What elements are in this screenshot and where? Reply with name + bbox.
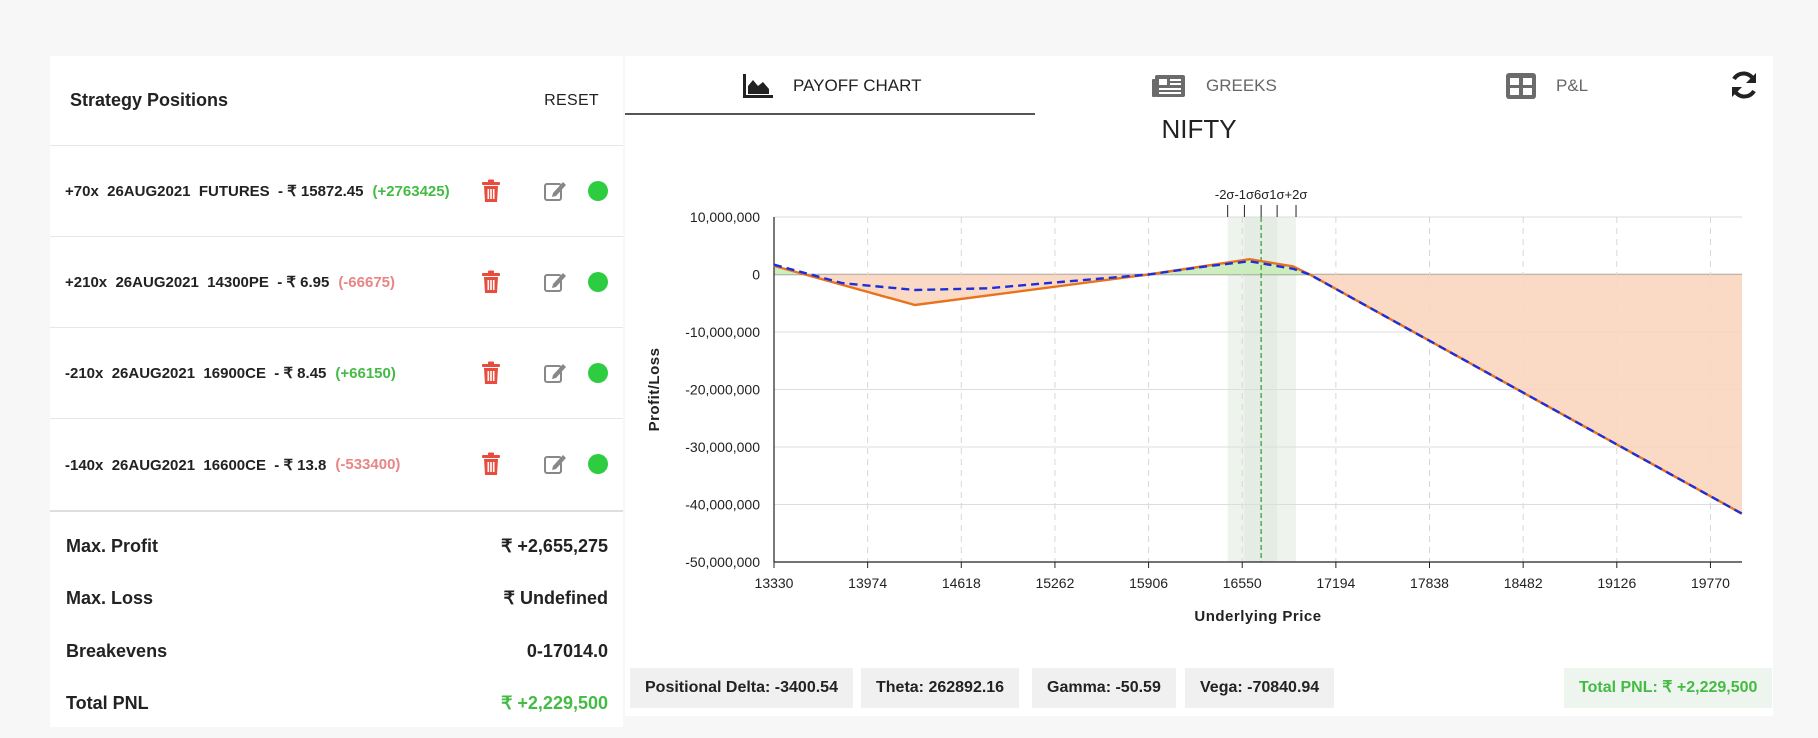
area-chart-icon: [743, 74, 773, 98]
breakevens-value: 0-17014.0: [526, 640, 608, 661]
x-tick-label: 15262: [1035, 575, 1074, 591]
tab-label: P&L: [1556, 76, 1589, 95]
x-tick-label: 14618: [942, 575, 981, 591]
trash-icon[interactable]: [480, 361, 502, 385]
edit-icon[interactable]: [543, 270, 567, 294]
edit-icon[interactable]: [543, 179, 567, 203]
x-tick-label: 18482: [1504, 575, 1543, 591]
total-pnl-stat: Total PNL: ₹ +2,229,500: [1564, 668, 1773, 708]
panel-title: Strategy Positions: [70, 90, 229, 110]
position-label: -140x 26AUG2021 16600CE - ₹ 13.8: [65, 456, 327, 474]
gamma-stat: Gamma: -50.59: [1032, 668, 1176, 708]
status-toggle[interactable]: [588, 181, 608, 201]
max-loss-value: ₹ Undefined: [503, 588, 608, 609]
status-toggle[interactable]: [588, 272, 608, 292]
position-pnl: (-533400): [335, 456, 401, 473]
analysis-panel: PAYOFF CHART GREEKS P&L NIFTY 10,000,000…: [625, 56, 1773, 716]
x-tick-label: 15906: [1129, 575, 1168, 591]
x-tick-label: 16550: [1223, 575, 1262, 591]
position-row: -210x 26AUG2021 16900CE - ₹ 8.45 (+66150…: [50, 328, 623, 419]
tab-pl[interactable]: P&L: [1506, 56, 1588, 116]
delta-stat: Positional Delta: -3400.54: [630, 668, 853, 708]
position-label: -210x 26AUG2021 16900CE - ₹ 8.45: [65, 365, 327, 382]
position-label: +70x 26AUG2021 FUTURES - ₹ 15872.45: [65, 183, 364, 200]
trash-icon[interactable]: [480, 452, 502, 476]
refresh-icon[interactable]: [1727, 68, 1761, 102]
table-grid-icon: [1506, 73, 1536, 99]
position-row: -140x 26AUG2021 16600CE - ₹ 13.8 (-53340…: [50, 419, 623, 510]
strategy-positions-panel: Strategy Positions RESET +70x 26AUG2021 …: [50, 56, 623, 727]
max-profit-value: ₹ +2,655,275: [500, 535, 608, 556]
sigma-labels: -2σ-1σ6σ1σ+2σ: [1215, 187, 1308, 202]
edit-icon[interactable]: [543, 452, 567, 476]
position-pnl: (-66675): [338, 273, 396, 291]
edit-icon[interactable]: [543, 361, 567, 385]
position-label: +210x 26AUG2021 14300PE - ₹ 6.95: [65, 274, 330, 291]
y-tick-label: -40,000,000: [685, 497, 760, 513]
trash-icon[interactable]: [480, 179, 502, 203]
strategy-summary: Max. Profit ₹ +2,655,275 Max. Loss ₹ Und…: [50, 510, 623, 730]
max-loss-row: Max. Loss ₹ Undefined: [66, 573, 608, 626]
position-row: +210x 26AUG2021 14300PE - ₹ 6.95 (-66675…: [50, 237, 623, 328]
y-tick-label: -20,000,000: [685, 382, 760, 398]
tab-payoff-chart[interactable]: PAYOFF CHART: [743, 56, 921, 116]
newspaper-icon: [1152, 75, 1185, 97]
x-tick-label: 19126: [1597, 575, 1636, 591]
x-tick-label: 13974: [848, 575, 887, 591]
tab-bar: PAYOFF CHART GREEKS P&L: [625, 56, 1773, 116]
x-axis-title: Underlying Price: [1194, 608, 1321, 625]
trash-icon[interactable]: [480, 270, 502, 294]
y-axis-title: Profit/Loss: [646, 348, 663, 432]
x-tick-label: 19770: [1691, 575, 1730, 591]
positions-header: Strategy Positions RESET: [50, 56, 623, 146]
payoff-chart[interactable]: 10,000,000 0 -10,000,000 -20,000,000 -30,000…: [625, 146, 1773, 666]
y-tick-label: -10,000,000: [685, 324, 760, 340]
status-toggle[interactable]: [588, 454, 608, 474]
breakevens-label: Breakevens: [66, 640, 168, 661]
tab-greeks[interactable]: GREEKS: [1152, 56, 1277, 116]
position-pnl: (+2763425): [372, 182, 450, 200]
chart-title: NIFTY: [1161, 114, 1237, 144]
y-tick-label: 10,000,000: [690, 209, 760, 225]
theta-stat: Theta: 262892.16: [861, 668, 1020, 708]
x-tick-label: 17194: [1316, 575, 1355, 591]
total-pnl-label: Total PNL: [66, 693, 149, 714]
max-loss-label: Max. Loss: [66, 588, 154, 609]
x-tick-label: 17838: [1410, 575, 1449, 591]
y-tick-label: 0: [752, 267, 760, 283]
y-tick-label: -50,000,000: [685, 554, 760, 570]
vega-stat: Vega: -70840.94: [1185, 668, 1335, 708]
greeks-summary-bar: Positional Delta: -3400.54 Theta: 262892…: [625, 668, 1773, 708]
max-profit-row: Max. Profit ₹ +2,655,275: [66, 520, 608, 573]
breakevens-row: Breakevens 0-17014.0: [66, 625, 608, 678]
tab-label: PAYOFF CHART: [793, 76, 922, 95]
total-pnl-row: Total PNL ₹ +2,229,500: [66, 678, 608, 731]
max-profit-label: Max. Profit: [66, 535, 159, 556]
y-tick-label: -30,000,000: [685, 439, 760, 455]
position-pnl: (+66150): [335, 364, 396, 382]
total-pnl-value: ₹ +2,229,500: [500, 693, 608, 714]
reset-button[interactable]: RESET: [544, 92, 599, 110]
tab-label: GREEKS: [1206, 76, 1277, 95]
x-tick-label: 13330: [755, 575, 794, 591]
status-toggle[interactable]: [588, 363, 608, 383]
position-row: +70x 26AUG2021 FUTURES - ₹ 15872.45 (+27…: [50, 146, 623, 237]
